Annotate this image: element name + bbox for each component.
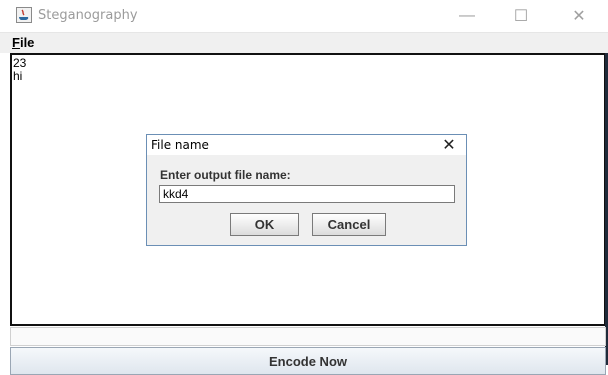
status-strip bbox=[10, 327, 606, 346]
text-line-2: hi bbox=[13, 69, 23, 83]
window-titlebar[interactable]: Steganography — ☐ ✕ bbox=[0, 0, 608, 33]
close-icon: ✕ bbox=[442, 137, 456, 154]
menu-file[interactable]: File bbox=[12, 35, 34, 50]
java-app-icon bbox=[16, 7, 32, 23]
menu-file-mnemonic: F bbox=[12, 35, 20, 50]
dialog-titlebar[interactable]: File name ✕ bbox=[147, 135, 466, 155]
cancel-button[interactable]: Cancel bbox=[312, 213, 386, 236]
maximize-icon: ☐ bbox=[513, 8, 529, 25]
window-title: Steganography bbox=[38, 8, 138, 23]
dialog-title: File name bbox=[151, 138, 209, 152]
menu-file-label: ile bbox=[19, 35, 35, 50]
file-name-dialog: File name ✕ Enter output file name: OK C… bbox=[146, 134, 467, 246]
minimize-icon: — bbox=[459, 7, 475, 24]
maximize-button[interactable]: ☐ bbox=[498, 0, 544, 32]
ok-button[interactable]: OK bbox=[230, 213, 299, 236]
menu-bar: File bbox=[0, 33, 608, 53]
minimize-button[interactable]: — bbox=[444, 0, 490, 32]
dialog-close-button[interactable]: ✕ bbox=[440, 135, 458, 155]
close-button[interactable]: ✕ bbox=[556, 0, 602, 32]
close-icon: ✕ bbox=[572, 8, 586, 25]
encode-now-button[interactable]: Encode Now bbox=[10, 347, 606, 375]
dialog-prompt: Enter output file name: bbox=[160, 168, 291, 182]
output-file-name-input[interactable] bbox=[159, 185, 455, 203]
